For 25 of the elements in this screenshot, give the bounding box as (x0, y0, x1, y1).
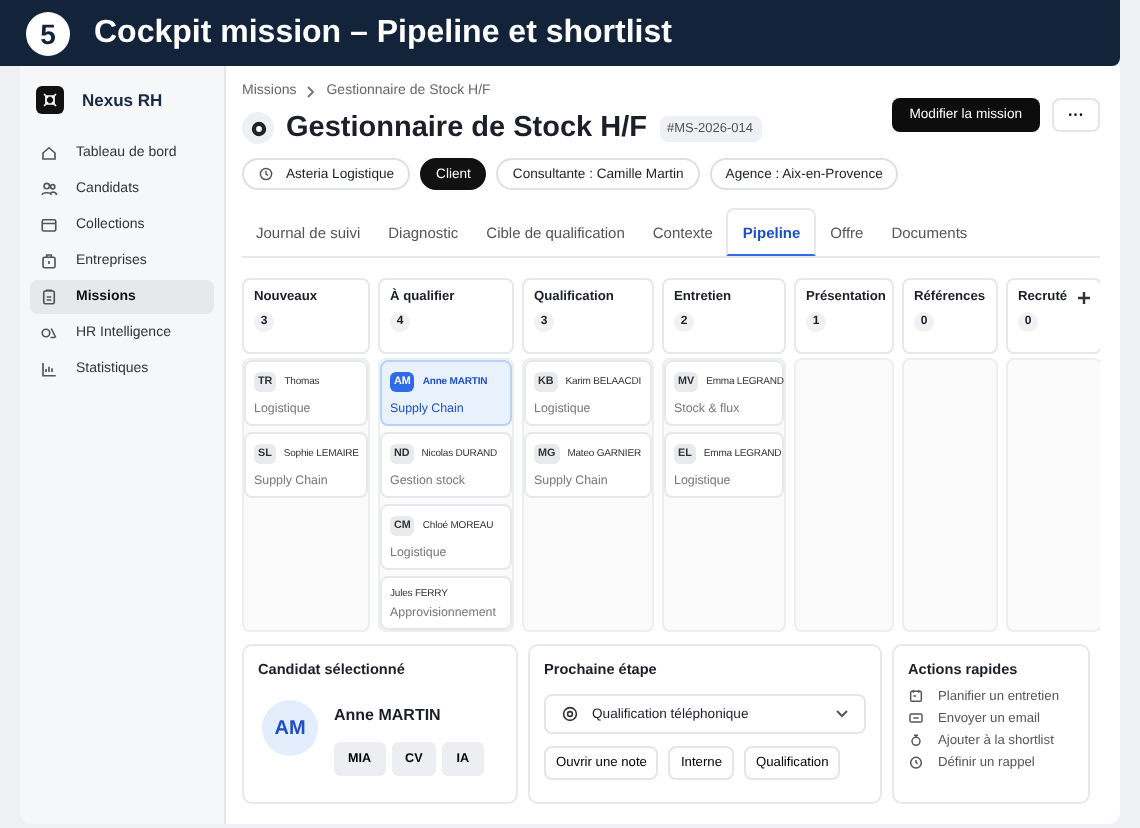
clock-icon (908, 754, 924, 770)
stopwatch-icon (908, 732, 924, 748)
initials-avatar: AM (262, 700, 318, 756)
chevron-icon (306, 85, 317, 97)
calendar-icon (908, 688, 924, 704)
page-title: Cockpit mission – Pipeline et shortlist (94, 15, 672, 51)
target-icon (562, 706, 578, 722)
logo-icon (36, 86, 64, 114)
mail-icon (908, 710, 924, 726)
candidate-name: Anne MARTIN (334, 706, 441, 724)
clock-icon (258, 166, 274, 182)
target-icon (242, 112, 274, 144)
nav-icon (40, 252, 58, 270)
nav-icon (40, 324, 58, 342)
nav-icon (40, 288, 58, 306)
add-icon[interactable] (1078, 291, 1090, 303)
step-number: 5 (26, 11, 70, 55)
mission-title: Gestionnaire de Stock H/F (286, 112, 647, 144)
nav-icon (40, 180, 58, 198)
more-button[interactable]: ··· (1052, 98, 1100, 132)
brand-name: Nexus RH (82, 90, 163, 110)
nav-icon (40, 144, 58, 162)
nav-icon (40, 216, 58, 234)
chevron-down-icon (836, 710, 848, 718)
nav-icon (40, 360, 58, 378)
